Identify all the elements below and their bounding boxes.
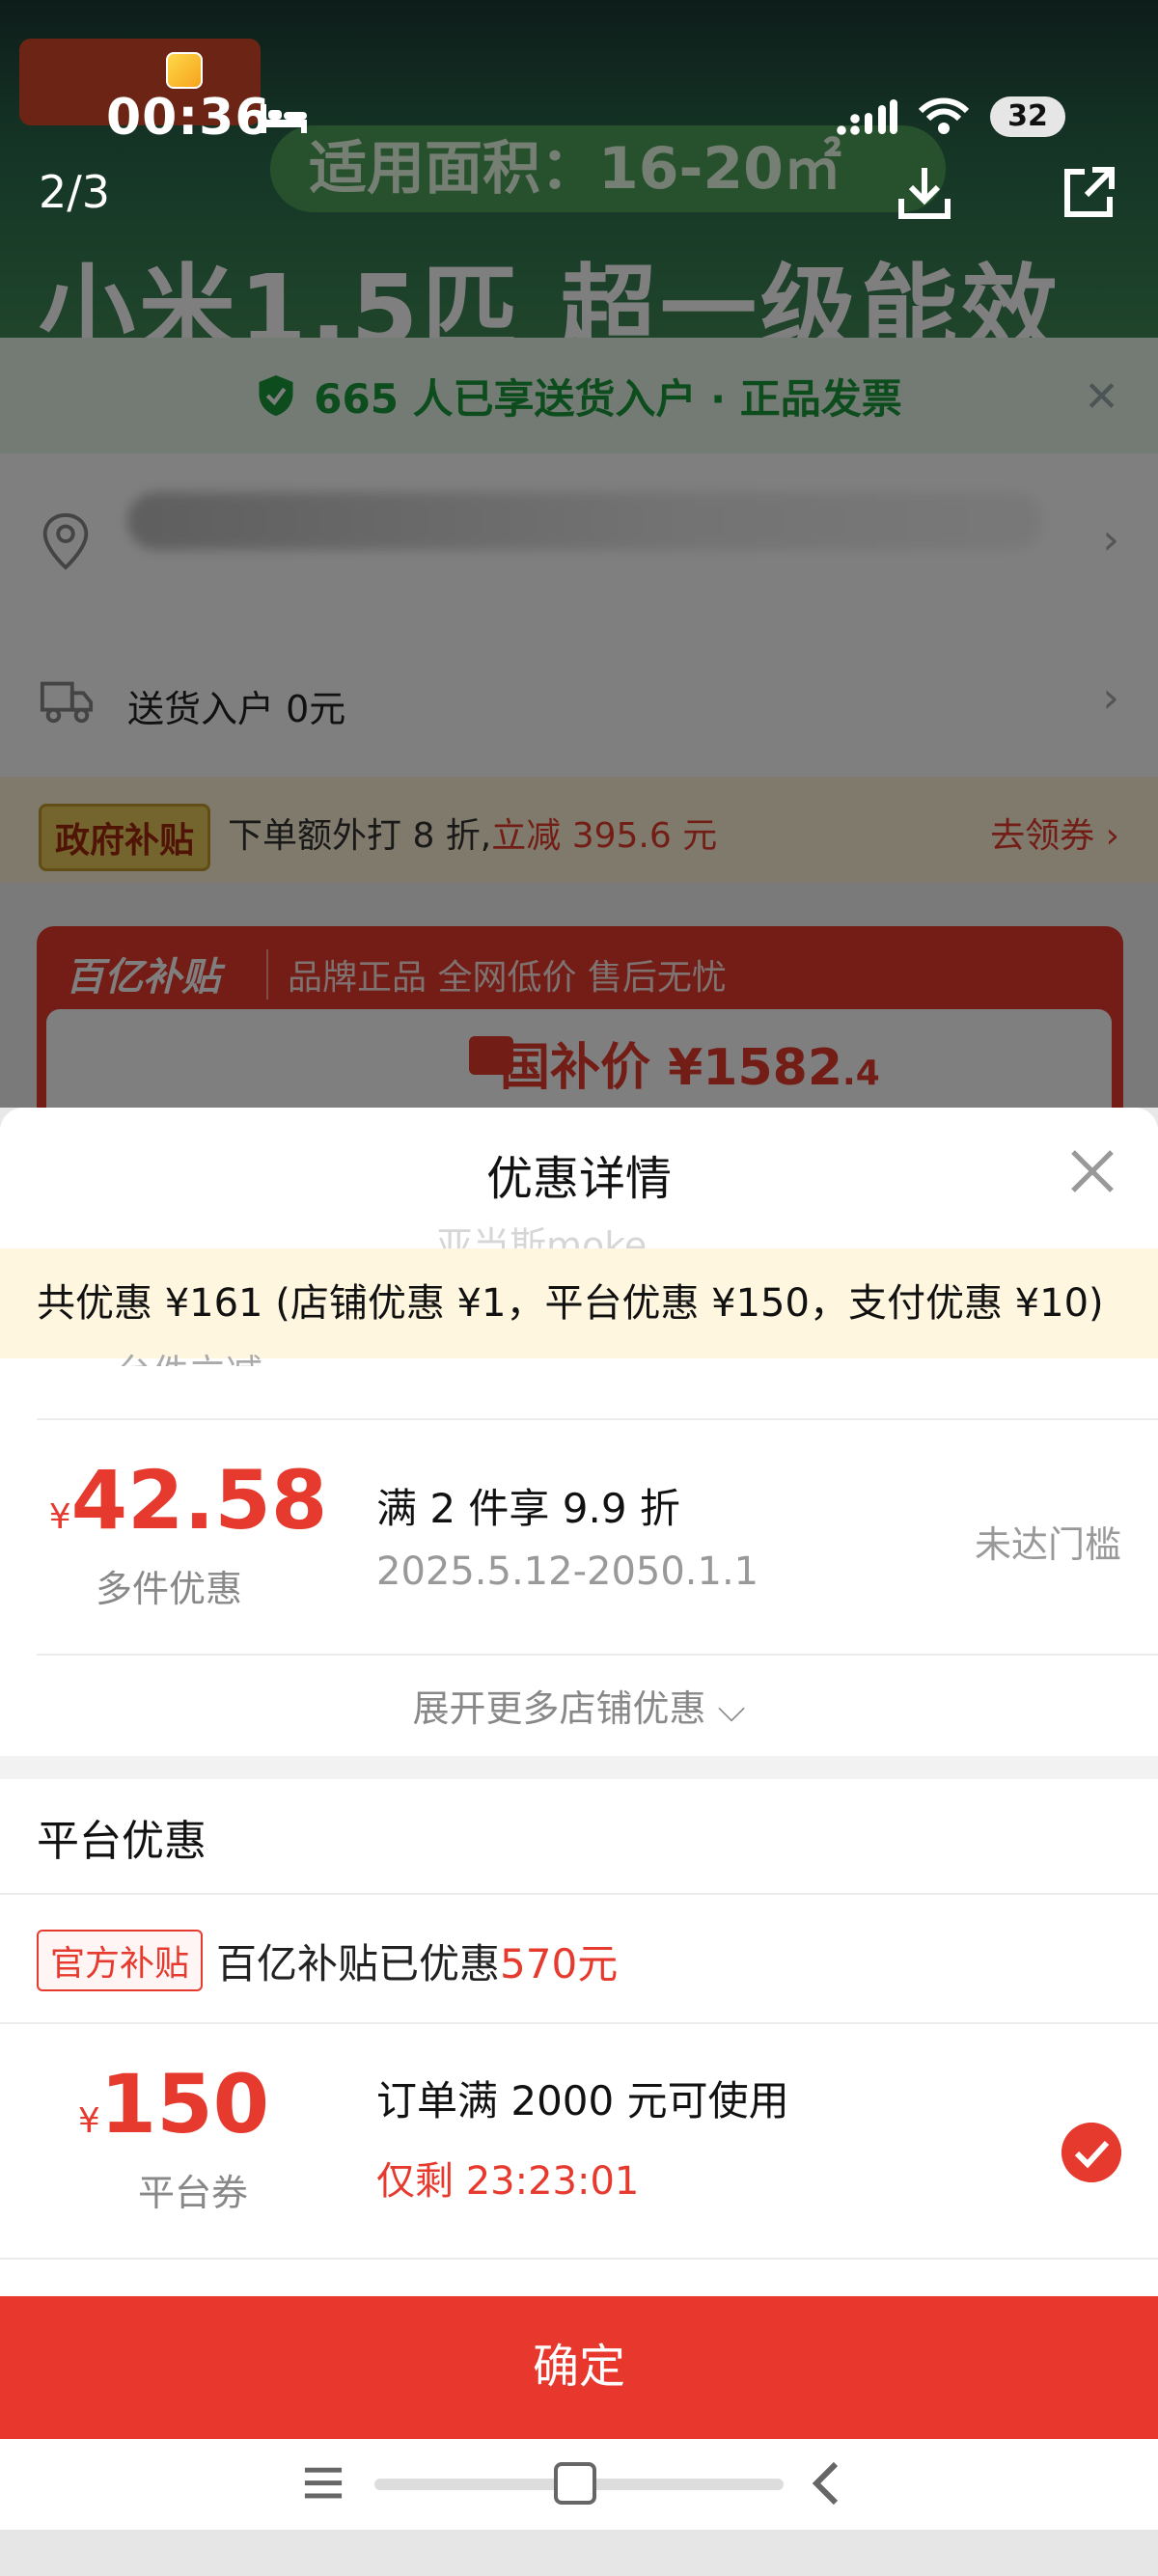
official-subsidy-badge: 官方补贴 — [37, 1930, 204, 1991]
store-coupon-row[interactable]: ¥42.58 多件优惠 满 2 件享 9.9 折 2025.5.12-2050.… — [0, 1420, 1158, 1652]
platform-coupon-value: 150 — [99, 2057, 270, 2151]
share-icon[interactable] — [1058, 162, 1119, 224]
expand-more-store-discounts[interactable]: 展开更多店铺优惠 ⌵ — [0, 1679, 1158, 1732]
official-subsidy-desc: 百亿补贴已优惠 — [216, 1939, 501, 1987]
notification-icon — [166, 52, 203, 89]
bed-icon — [261, 104, 307, 133]
discount-detail-sheet: 优惠详情 亚当斯moke 共优惠 ¥161 (店铺优惠 ¥1，平台优惠 ¥150… — [0, 1108, 1158, 2439]
confirm-button[interactable]: 确定 — [0, 2296, 1158, 2439]
store-coupon-value: 42.58 — [70, 1453, 328, 1548]
store-coupon-type: 多件优惠 — [95, 1568, 242, 1610]
menu-icon[interactable] — [303, 2462, 344, 2503]
platform-discount-title: 平台优惠 — [37, 1817, 207, 1866]
system-nav-bar — [0, 2439, 1158, 2530]
store-coupon-title: 满 2 件享 9.9 折 — [376, 1485, 680, 1532]
battery-indicator: 32 — [990, 96, 1065, 137]
platform-coupon-amount: ¥150 — [39, 2057, 309, 2151]
clipped-coupon-text: 台件立减 — [116, 1343, 262, 1366]
store-coupon-date: 2025.5.12-2050.1.1 — [376, 1549, 759, 1594]
platform-coupon-countdown: 仅剩 23:23:01 — [376, 2159, 640, 2204]
status-time: 00:36 — [106, 89, 271, 147]
signal-icon — [837, 99, 897, 135]
bottom-strip — [0, 2530, 1158, 2576]
official-subsidy-amount: 570元 — [500, 1939, 619, 1987]
divider — [0, 2258, 1158, 2260]
platform-coupon-row[interactable]: ¥150 平台券 订单满 2000 元可使用 仅剩 23:23:01 — [0, 2024, 1158, 2256]
section-gap — [0, 1756, 1158, 1779]
sheet-title: 优惠详情 — [485, 1152, 672, 1206]
back-icon[interactable] — [807, 2460, 845, 2507]
official-subsidy-text: 百亿补贴已优惠570元 — [216, 1932, 618, 1990]
official-subsidy-row: 官方补贴 百亿补贴已优惠570元 — [37, 1930, 618, 1991]
gallery-page-indicator: 2/3 — [39, 166, 111, 218]
wifi-icon — [919, 97, 969, 134]
store-coupon-amount: ¥42.58 — [29, 1453, 347, 1548]
modal-overlay[interactable] — [0, 0, 1158, 1108]
close-icon[interactable] — [1067, 1146, 1117, 1196]
home-icon[interactable] — [554, 2462, 596, 2505]
platform-coupon-type: 平台券 — [137, 2172, 248, 2214]
divider — [0, 1893, 1158, 1895]
status-bar: 00:36 32 — [0, 0, 1158, 154]
status-right: 32 — [836, 96, 1065, 137]
platform-coupon-title: 订单满 2000 元可使用 — [376, 2077, 789, 2124]
discount-summary: 共优惠 ¥161 (店铺优惠 ¥1，平台优惠 ¥150，支付优惠 ¥10) — [0, 1248, 1158, 1358]
currency-symbol: ¥ — [48, 1497, 71, 1537]
check-icon[interactable] — [1062, 2123, 1121, 2182]
divider — [37, 1654, 1158, 1656]
product-page-background: 适用面积：16-20㎡ 小米1.5匹 超一级能效 665 人已享送货入户 · 正… — [0, 0, 1158, 1108]
store-coupon-status: 未达门槛 — [974, 1523, 1121, 1566]
download-icon[interactable] — [894, 162, 955, 224]
currency-symbol: ¥ — [77, 2101, 100, 2141]
